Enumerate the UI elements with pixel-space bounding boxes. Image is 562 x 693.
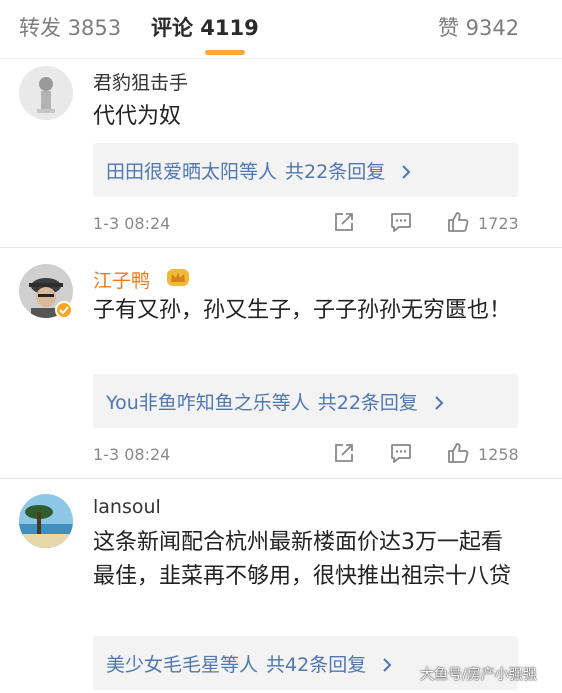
reply-summary: 田田很爱晒太阳等人 [106,161,278,183]
chevron-right-icon [435,396,444,410]
divider [0,478,562,479]
reply-summary: You非鱼咋知鱼之乐等人 [106,392,310,414]
like-count: 1258 [478,445,519,464]
repost-icon[interactable] [332,210,356,234]
thumbs-up-icon[interactable] [446,441,470,465]
thumbs-up-icon[interactable] [446,210,470,234]
like-count: 1723 [478,214,519,233]
reply-summary: 美少女毛毛星等人 [106,654,259,676]
timestamp: 1-3 08:24 [93,214,171,233]
comment-text: 子有又孙，孙又生子，子子孙孙无穷匮也！ [93,298,512,323]
tab-repost[interactable]: 转发 3853 [19,12,121,42]
divider [0,58,562,59]
vip-crown-icon [167,269,189,286]
comment-text: 代代为奴 [93,104,182,129]
active-tab-indicator [205,50,245,55]
comment-icon[interactable] [389,210,413,234]
comment-icon[interactable] [389,441,413,465]
reply-count: 共22条回复 [285,161,386,183]
username[interactable]: 江子鸭 [93,266,150,293]
username[interactable]: lansoul [93,496,161,518]
chevron-right-icon [383,658,392,672]
avatar[interactable] [19,494,73,548]
avatar[interactable] [19,66,73,120]
reply-summary-box[interactable]: 田田很爱晒太阳等人 共22条回复 [93,143,518,197]
tab-comments[interactable]: 评论 4119 [151,12,259,42]
reply-count: 共42条回复 [266,654,367,676]
watermark: 大鱼号/房产小强强 [420,667,537,683]
timestamp: 1-3 08:24 [93,445,171,464]
comment-text: 这条新闻配合杭州最新楼面价达3万一起看最佳，韭菜再不够用，很快推出祖宗十八贷 [93,530,512,589]
reply-summary-box[interactable]: You非鱼咋知鱼之乐等人 共22条回复 [93,374,518,428]
chevron-right-icon [402,165,411,179]
verified-badge-icon [55,301,73,319]
repost-icon[interactable] [332,441,356,465]
comment-tabs: 转发 3853 评论 4119 赞 9342 [0,0,562,59]
divider [0,247,562,248]
reply-count: 共22条回复 [317,392,418,414]
username[interactable]: 君豹狙击手 [93,68,188,95]
tab-likes[interactable]: 赞 9342 [438,12,519,42]
